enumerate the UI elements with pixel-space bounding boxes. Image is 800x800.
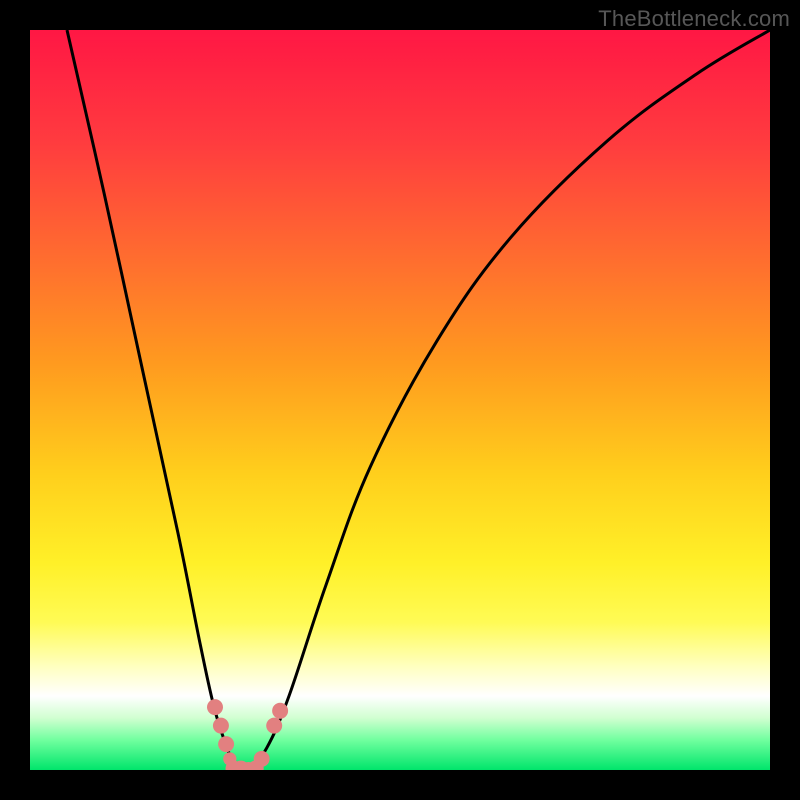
bottleneck-curve: [67, 30, 770, 770]
chart-frame: TheBottleneck.com: [0, 0, 800, 800]
curve-marker: [266, 718, 282, 734]
curve-marker: [254, 751, 270, 767]
curve-marker: [218, 736, 234, 752]
plot-area: [30, 30, 770, 770]
curve-marker: [272, 703, 288, 719]
curve-marker: [213, 718, 229, 734]
curve-layer: [30, 30, 770, 770]
curve-marker: [207, 699, 223, 715]
curve-markers: [207, 699, 288, 770]
watermark-text: TheBottleneck.com: [598, 6, 790, 32]
